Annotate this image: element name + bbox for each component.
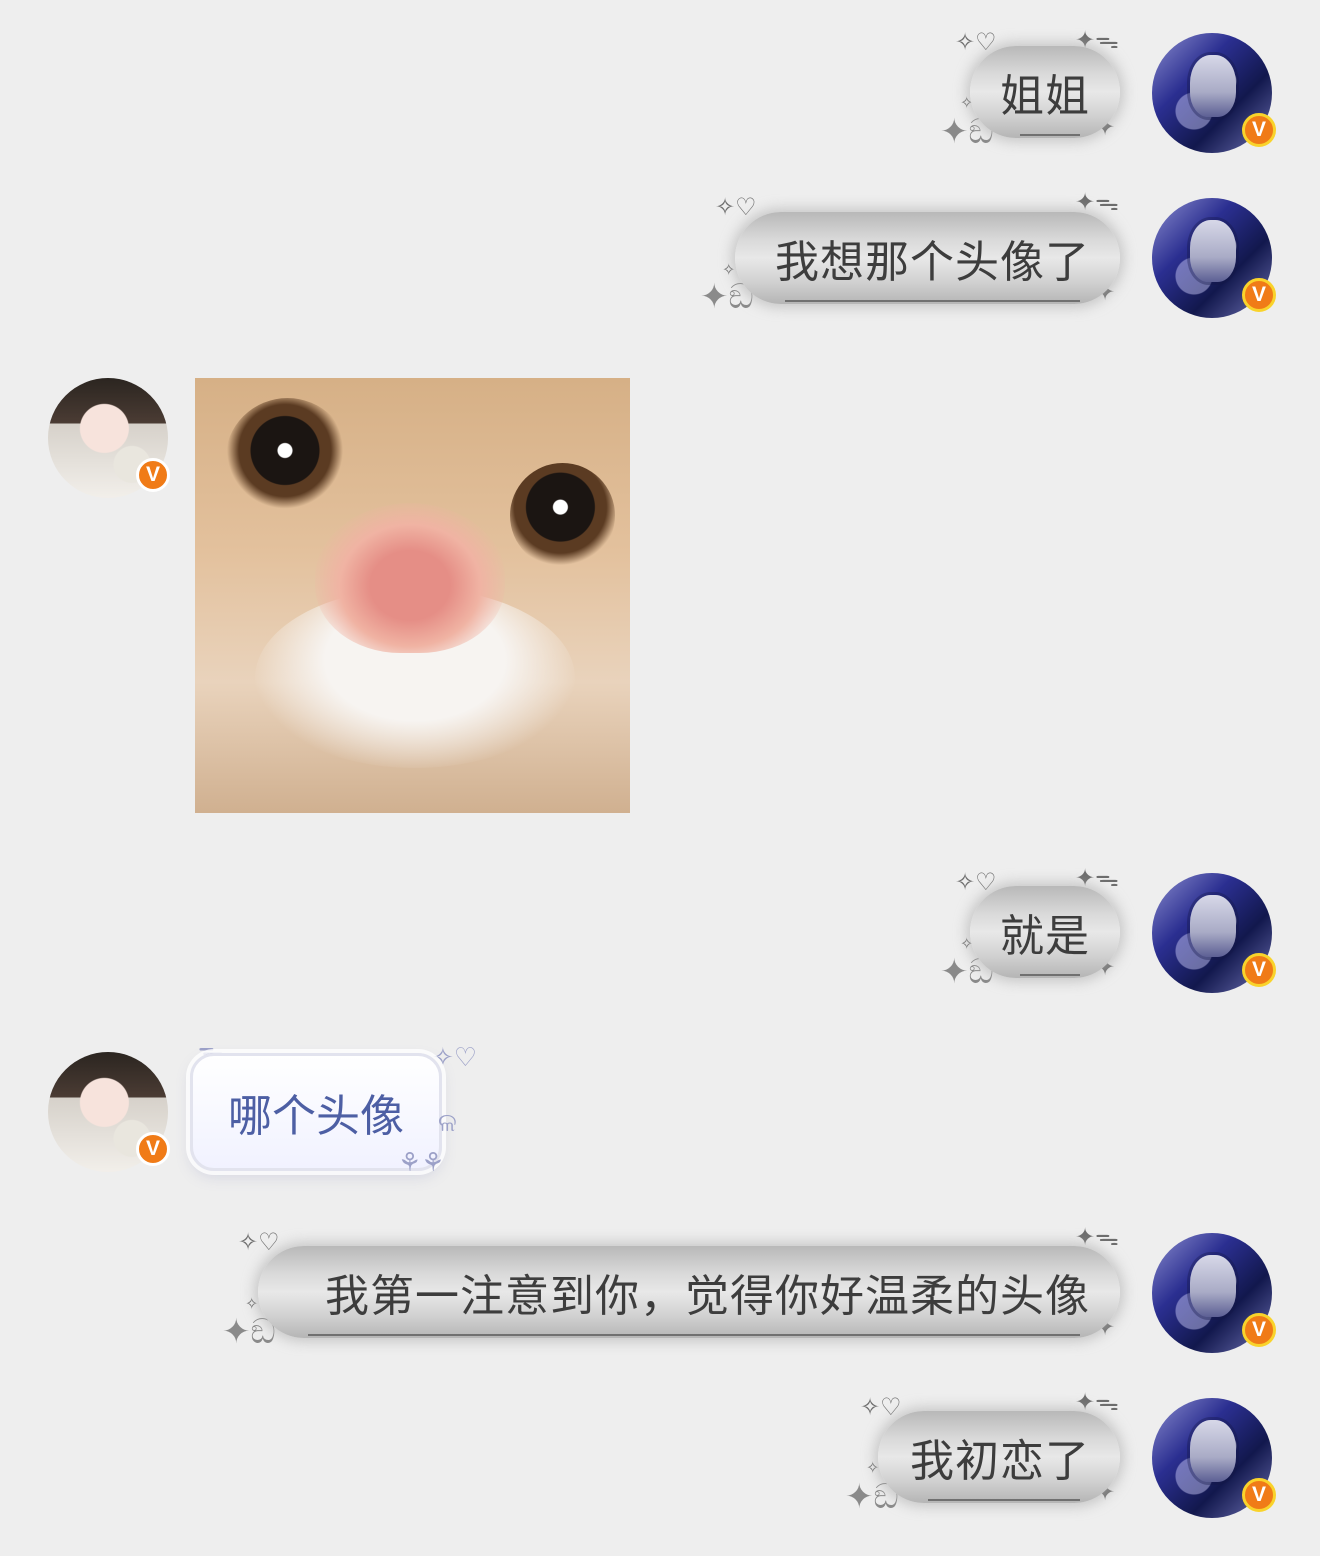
peer-avatar[interactable]: V [48,1052,170,1172]
butterfly-icon: ✦ᯓ [1075,188,1119,216]
bubble-underline [1020,974,1080,976]
verified-badge-icon: V [1242,278,1276,312]
message-bubble[interactable]: 我第一注意到你，觉得你好温柔的头像 [258,1246,1120,1338]
verified-badge-icon: V [1242,953,1276,987]
message-bubble[interactable]: 姐姐 [970,46,1120,138]
message-text: 就是 [1000,911,1090,962]
bubble-underline [1020,134,1080,136]
sparkle-icon: ✧ [722,260,736,279]
chat-window: ✧♡ ✦ᯓ ✧ ✦ඞ ✦ 姐姐 V ✧♡ ✦ᯓ ✧ ✦ඞ ✦ 我想那个头像了 V… [0,0,1320,1556]
bunny-icon: ଳ [438,1108,457,1138]
verified-badge-icon: V [1242,1313,1276,1347]
sparkle-heart-icon: ✧♡ [238,1228,280,1256]
bubble-underline [928,1499,1080,1501]
sparkle-heart-icon: ✧♡ [955,868,997,896]
message-bubble[interactable]: 就是 [970,886,1120,978]
message-text: 我想那个头像了 [775,237,1090,288]
verified-badge-icon: V [136,1132,170,1166]
sparkle-heart-icon: ✧♡ [860,1393,902,1421]
flower-icon: ⚘⚘ [398,1148,445,1178]
cat-nose [315,503,505,653]
sparkle-heart-icon: ✧♡ [715,193,757,221]
message-text: 姐姐 [1000,71,1090,122]
message-text: 我第一注意到你，觉得你好温柔的头像 [325,1271,1090,1322]
message-text: 哪个头像 [228,1091,404,1142]
verified-badge-icon: V [1242,1478,1276,1512]
verified-badge-icon: V [1242,113,1276,147]
verified-badge-icon: V [136,458,170,492]
message-bubble[interactable]: 我初恋了 [878,1411,1120,1503]
bubble-underline [308,1334,1080,1336]
my-avatar[interactable]: V [1152,198,1276,318]
message-bubble[interactable]: 我想那个头像了 [735,212,1120,304]
sparkle-icon: ✧ [245,1294,259,1313]
message-text: 我初恋了 [910,1436,1090,1487]
butterfly-icon: ✦ᯓ [1075,1388,1119,1416]
my-avatar[interactable]: V [1152,1233,1276,1353]
bubble-underline [785,300,1080,302]
image-message[interactable] [195,378,630,813]
butterfly-icon: ✦ᯓ [1075,1223,1119,1251]
my-avatar[interactable]: V [1152,33,1276,153]
cat-eye [510,463,615,568]
cat-eye [225,398,350,523]
peer-avatar[interactable]: V [48,378,170,498]
my-avatar[interactable]: V [1152,873,1276,993]
sparkle-heart-icon: ✧♡ [955,28,997,56]
my-avatar[interactable]: V [1152,1398,1276,1518]
